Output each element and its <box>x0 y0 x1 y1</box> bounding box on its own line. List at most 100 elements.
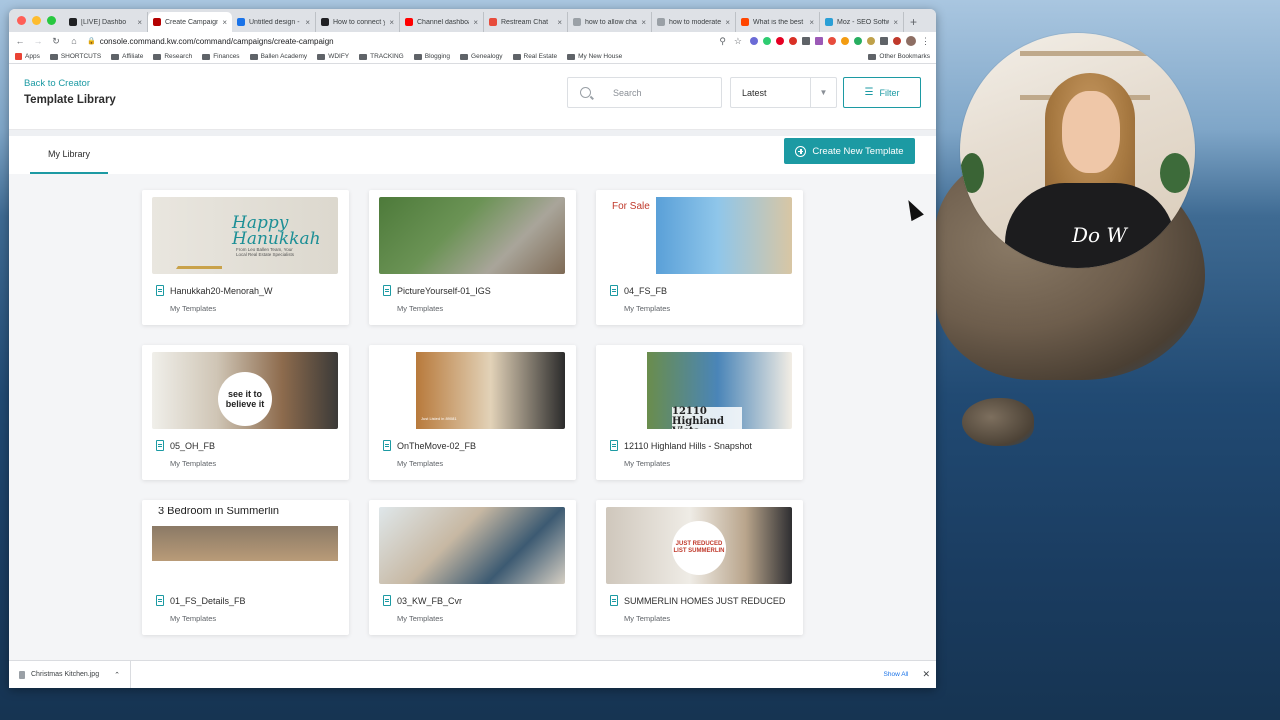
template-thumbnail[interactable]: Just Listed in 89081 <box>379 352 565 429</box>
bookmark-item[interactable]: TRACKING <box>359 53 404 60</box>
browser-tab[interactable]: how to moderate × <box>652 12 736 32</box>
extensions-puzzle-icon[interactable] <box>880 37 888 45</box>
template-card[interactable]: Happy Hanukkah From Leo Ballen Team, Your… <box>142 190 349 325</box>
close-tab-icon[interactable]: × <box>641 18 646 27</box>
bookmark-item[interactable]: Ballen Academy <box>249 53 307 60</box>
bookmark-item[interactable]: SHORTCUTS <box>49 53 101 60</box>
bookmark-item[interactable]: Research <box>153 53 192 60</box>
sort-select[interactable]: Latest ▼ <box>730 77 837 108</box>
close-tab-icon[interactable]: × <box>222 18 227 27</box>
template-card[interactable]: Just Listed in 89081 OnTheMove-02_FB My Te… <box>369 345 576 480</box>
zoom-icon[interactable]: ⚲ <box>719 36 726 47</box>
chevron-up-icon[interactable]: ⌃ <box>114 671 120 679</box>
bookmark-item[interactable]: Real Estate <box>512 53 557 60</box>
extension-icon[interactable] <box>893 37 901 45</box>
template-name[interactable]: 01_FS_Details_FB <box>170 596 246 606</box>
close-tab-icon[interactable]: × <box>473 18 478 27</box>
template-category: My Templates <box>397 614 444 623</box>
extension-icon[interactable] <box>789 37 797 45</box>
profile-avatar[interactable] <box>906 36 916 46</box>
bookmark-other[interactable]: Other Bookmarks <box>868 53 930 60</box>
browser-tab[interactable]: [LIVE] Dashbo × <box>64 12 148 32</box>
close-tab-icon[interactable]: × <box>137 18 142 27</box>
browser-tab[interactable]: What is the best × <box>736 12 820 32</box>
minimize-window-button[interactable] <box>32 16 41 25</box>
close-tab-icon[interactable]: × <box>893 18 898 27</box>
bookmark-item[interactable]: Apps <box>15 53 40 60</box>
template-name[interactable]: PictureYourself-01_IGS <box>397 286 491 296</box>
browser-tab[interactable]: Create Campaign × <box>148 12 232 32</box>
download-item[interactable]: Christmas Kitchen.jpg ⌃ <box>9 661 131 688</box>
show-all-button[interactable]: Show All <box>884 671 909 678</box>
reload-icon[interactable]: ↻ <box>51 36 61 47</box>
close-tab-icon[interactable]: × <box>809 18 814 27</box>
extension-icon[interactable] <box>815 37 823 45</box>
extension-icon[interactable] <box>828 37 836 45</box>
browser-tab[interactable]: Restream Chat × <box>484 12 568 32</box>
template-thumbnail[interactable] <box>379 197 565 274</box>
bookmark-item[interactable]: Affiliate <box>111 53 143 60</box>
pinterest-extension-icon[interactable] <box>776 37 784 45</box>
template-thumbnail[interactable]: 12110 Highland Vista $450,00 <box>606 352 792 429</box>
template-thumbnail[interactable]: JUST REDUCED LIST SUMMERLIN <box>606 507 792 584</box>
close-icon[interactable]: ✕ <box>922 669 930 680</box>
template-name[interactable]: 12110 Highland Hills - Snapshot <box>624 441 752 451</box>
extension-icon[interactable] <box>802 37 810 45</box>
close-tab-icon[interactable]: × <box>725 18 730 27</box>
template-thumbnail[interactable]: see it to believe it <box>152 352 338 429</box>
bookmark-item[interactable]: Blogging <box>413 53 450 60</box>
template-name[interactable]: SUMMERLIN HOMES JUST REDUCED <box>624 596 785 606</box>
template-card[interactable]: PictureYourself-01_IGS My Templates <box>369 190 576 325</box>
close-tab-icon[interactable]: × <box>389 18 394 27</box>
browser-tab[interactable]: how to allow chat × <box>568 12 652 32</box>
create-new-template-button[interactable]: Create New Template <box>784 138 915 164</box>
template-name[interactable]: Hanukkah20-Menorah_W <box>170 286 273 296</box>
back-to-creator-link[interactable]: Back to Creator <box>24 78 90 89</box>
close-window-button[interactable] <box>17 16 26 25</box>
template-card[interactable]: 3 Bedroom in Summerlin 01_FS_Details_FB My… <box>142 500 349 635</box>
bookmark-item[interactable]: Finances <box>202 53 240 60</box>
menorah-image <box>176 205 222 269</box>
template-name[interactable]: 03_KW_FB_Cvr <box>397 596 462 606</box>
template-name[interactable]: 04_FS_FB <box>624 286 667 296</box>
template-thumbnail[interactable]: For Sale <box>606 197 792 274</box>
template-name[interactable]: 05_OH_FB <box>170 441 215 451</box>
tab-my-library[interactable]: My Library <box>30 136 108 174</box>
extension-icon[interactable] <box>867 37 875 45</box>
extension-icon[interactable] <box>854 37 862 45</box>
new-tab-button[interactable]: + <box>904 12 923 32</box>
forward-arrow-icon[interactable]: → <box>33 36 43 46</box>
template-card[interactable]: see it to believe it 05_OH_FB My Templates <box>142 345 349 480</box>
close-tab-icon[interactable]: × <box>557 18 562 27</box>
filter-button[interactable]: ☰ Filter <box>843 77 921 108</box>
extension-icon[interactable] <box>763 37 771 45</box>
bookmark-item[interactable]: My New House <box>567 53 622 60</box>
document-icon <box>610 440 618 451</box>
bookmark-star-icon[interactable]: ☆ <box>734 36 742 47</box>
maximize-window-button[interactable] <box>47 16 56 25</box>
browser-tab[interactable]: Channel dashboa × <box>400 12 484 32</box>
extension-icon[interactable] <box>841 37 849 45</box>
browser-tab[interactable]: How to connect y × <box>316 12 400 32</box>
template-thumbnail[interactable] <box>379 507 565 584</box>
browser-tab[interactable]: Moz - SEO Softw × <box>820 12 904 32</box>
extension-icon[interactable] <box>750 37 758 45</box>
search-input[interactable]: Search <box>567 77 722 108</box>
chevron-down-icon[interactable]: ▼ <box>810 78 836 107</box>
close-tab-icon[interactable]: × <box>305 18 310 27</box>
bookmark-item[interactable]: Genealogy <box>460 53 503 60</box>
bookmark-item[interactable]: WDIFY <box>317 53 349 60</box>
template-name[interactable]: OnTheMove-02_FB <box>397 441 476 451</box>
address-bar[interactable]: 🔒 console.command.kw.com/command/campaig… <box>87 37 711 46</box>
template-thumbnail[interactable]: 3 Bedroom in Summerlin <box>152 507 338 584</box>
template-card[interactable]: 03_KW_FB_Cvr My Templates <box>369 500 576 635</box>
back-arrow-icon[interactable]: ← <box>15 36 25 46</box>
template-card[interactable]: For Sale 04_FS_FB My Templates <box>596 190 803 325</box>
template-card[interactable]: 12110 Highland Vista $450,00 12110 Highla… <box>596 345 803 480</box>
template-thumbnail[interactable]: Happy Hanukkah From Leo Ballen Team, Your… <box>152 197 338 274</box>
template-card[interactable]: JUST REDUCED LIST SUMMERLIN SUMMERLIN HOM… <box>596 500 803 635</box>
home-icon[interactable]: ⌂ <box>69 36 79 46</box>
browser-tab[interactable]: Untitled design - × <box>232 12 316 32</box>
browser-menu-icon[interactable]: ⋮ <box>921 36 930 47</box>
favicon-icon <box>657 18 665 26</box>
